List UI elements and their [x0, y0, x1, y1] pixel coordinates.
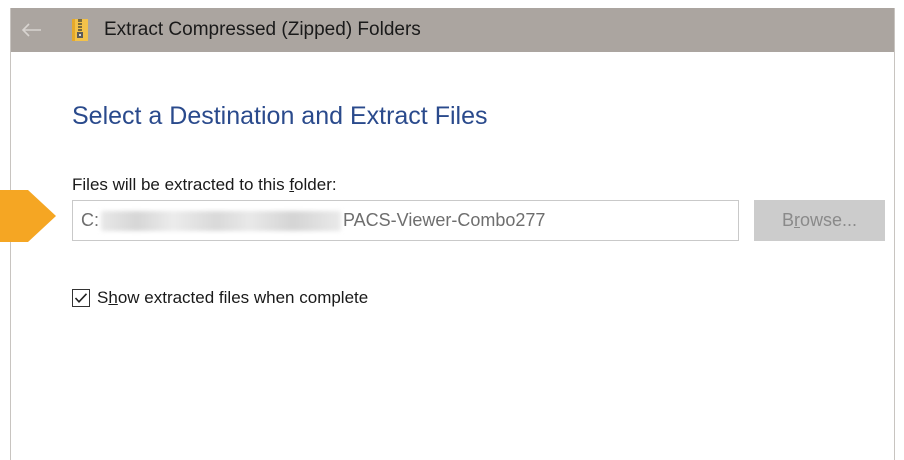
back-button[interactable] — [17, 16, 47, 44]
browse-button[interactable]: Br owse... — [754, 200, 885, 241]
show-files-label[interactable]: Show extracted files when complete — [97, 287, 368, 309]
zip-folder-icon — [72, 19, 88, 41]
window-title: Extract Compressed (Zipped) Folders — [104, 19, 421, 40]
destination-label-text-end: older: — [294, 175, 337, 194]
screenshot-stage: Extract Compressed (Zipped) Folders Sele… — [0, 0, 904, 460]
back-arrow-icon — [22, 23, 41, 37]
show-files-label-accelerator: h — [108, 288, 118, 307]
path-redacted-segment — [101, 210, 341, 231]
destination-path-input[interactable]: C: PACS-Viewer-Combo277 — [72, 200, 739, 241]
browse-label-start: B — [781, 210, 794, 230]
checkmark-icon — [74, 293, 88, 303]
path-folder-name: PACS-Viewer-Combo277 — [343, 210, 546, 230]
destination-label-text-start: Files will be extracted to this — [72, 175, 290, 194]
path-drive: C: — [81, 210, 99, 230]
destination-label: Files will be extracted to this folder: — [72, 174, 337, 196]
browse-label-end: owse... — [799, 210, 858, 230]
extract-dialog-window: Extract Compressed (Zipped) Folders Sele… — [10, 8, 895, 460]
orange-pointer-arrow-icon — [0, 190, 56, 242]
title-bar: Extract Compressed (Zipped) Folders — [11, 8, 894, 52]
show-files-label-start: S — [97, 288, 109, 307]
dialog-heading: Select a Destination and Extract Files — [72, 102, 488, 130]
show-files-option[interactable]: Show extracted files when complete — [72, 287, 368, 309]
show-files-label-end: ow extracted files when complete — [117, 288, 369, 307]
show-files-checkbox[interactable] — [72, 289, 90, 307]
